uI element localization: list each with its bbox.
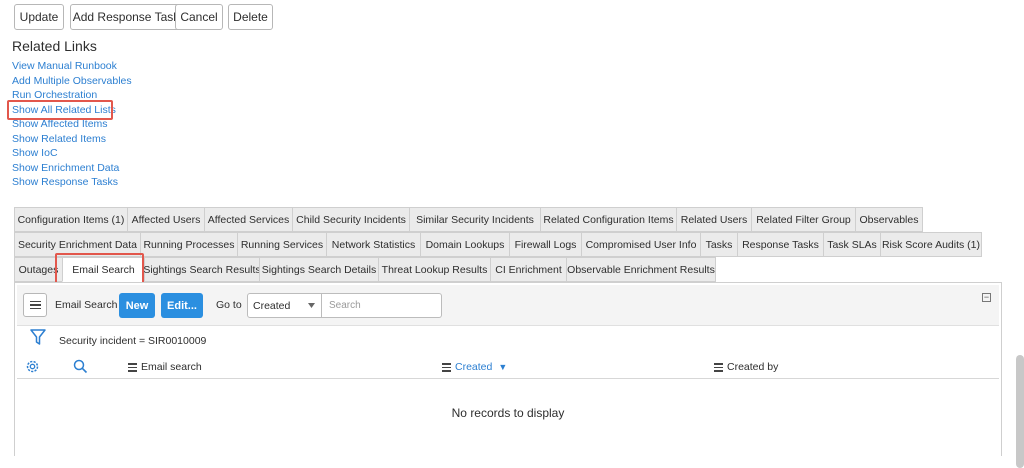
list-search-input[interactable]: Search: [322, 293, 442, 318]
search-icon[interactable]: [73, 359, 88, 374]
sort-descending-icon: ▼: [498, 362, 508, 373]
tab-network-statistics[interactable]: Network Statistics: [326, 232, 420, 257]
page-scrollbar[interactable]: [1016, 355, 1024, 468]
dropdown-arrow-icon: [308, 303, 315, 308]
email-search-list-panel: Email Search New Edit... Go to Created S…: [14, 282, 1002, 456]
link-show-ioc[interactable]: Show IoC: [12, 147, 58, 160]
link-show-response-tasks[interactable]: Show Response Tasks: [12, 176, 118, 189]
tab-firewall-logs[interactable]: Firewall Logs: [509, 232, 581, 257]
goto-field-select[interactable]: Created: [247, 293, 322, 318]
related-links-title: Related Links: [12, 38, 97, 54]
tab-running-services[interactable]: Running Services: [237, 232, 326, 257]
header-divider: [17, 378, 999, 379]
tab-configuration-items[interactable]: Configuration Items (1): [14, 207, 127, 232]
menu-icon: [29, 299, 41, 312]
link-show-related-items[interactable]: Show Related Items: [12, 133, 106, 146]
column-label-created-by: Created by: [727, 361, 779, 374]
column-menu-icon: [442, 361, 451, 374]
tab-similar-security-incidents[interactable]: Similar Security Incidents: [409, 207, 540, 232]
collapse-list-icon[interactable]: −: [982, 293, 991, 302]
tab-observables[interactable]: Observables: [855, 207, 923, 232]
link-add-multiple-observables[interactable]: Add Multiple Observables: [12, 75, 132, 88]
column-label-email-search: Email search: [141, 361, 202, 374]
column-header-created[interactable]: Created ▼: [442, 361, 507, 374]
highlight-email-search-tab: [55, 253, 144, 284]
tab-affected-services[interactable]: Affected Services: [204, 207, 292, 232]
tab-affected-users[interactable]: Affected Users: [127, 207, 204, 232]
tab-sightings-search-details[interactable]: Sightings Search Details: [259, 257, 378, 282]
edit-button[interactable]: Edit...: [161, 293, 203, 318]
tab-related-configuration-items[interactable]: Related Configuration Items: [540, 207, 676, 232]
column-header-email-search[interactable]: Email search: [128, 361, 202, 374]
tab-running-processes[interactable]: Running Processes: [140, 232, 237, 257]
empty-list-message: No records to display: [451, 406, 565, 420]
column-header-created-by[interactable]: Created by: [714, 361, 778, 374]
tab-related-filter-group[interactable]: Related Filter Group: [751, 207, 855, 232]
goto-label: Go to: [216, 299, 242, 311]
link-show-enrichment-data[interactable]: Show Enrichment Data: [12, 162, 119, 175]
cancel-button[interactable]: Cancel: [175, 4, 223, 30]
tab-risk-score-audits[interactable]: Risk Score Audits (1): [880, 232, 982, 257]
tab-related-users[interactable]: Related Users: [676, 207, 751, 232]
filter-breadcrumb[interactable]: Security incident = SIR0010009: [59, 335, 206, 347]
tab-ci-enrichment[interactable]: CI Enrichment: [490, 257, 566, 282]
tab-tasks[interactable]: Tasks: [700, 232, 737, 257]
list-header-bar: Email Search New Edit... Go to Created S…: [17, 285, 999, 326]
link-view-manual-runbook[interactable]: View Manual Runbook: [12, 60, 117, 73]
new-button[interactable]: New: [119, 293, 155, 318]
tab-child-security-incidents[interactable]: Child Security Incidents: [292, 207, 409, 232]
gear-icon[interactable]: [25, 359, 40, 374]
highlight-show-all-related-lists: [7, 100, 113, 120]
list-title: Email Search: [55, 299, 118, 311]
add-response-task-button[interactable]: Add Response Task: [70, 4, 182, 30]
goto-selected-value: Created: [253, 299, 291, 312]
tab-threat-lookup-results[interactable]: Threat Lookup Results: [378, 257, 490, 282]
column-label-created: Created: [455, 361, 493, 374]
update-button[interactable]: Update: [14, 4, 64, 30]
tab-observable-enrichment-results[interactable]: Observable Enrichment Results: [566, 257, 716, 282]
delete-button[interactable]: Delete: [228, 4, 273, 30]
filter-icon[interactable]: [30, 329, 46, 346]
tab-compromised-user-info[interactable]: Compromised User Info: [581, 232, 700, 257]
list-context-menu-button[interactable]: [23, 293, 47, 317]
column-menu-icon: [128, 361, 137, 374]
tab-domain-lookups[interactable]: Domain Lookups: [420, 232, 509, 257]
tab-task-slas[interactable]: Task SLAs: [823, 232, 880, 257]
column-menu-icon: [714, 361, 723, 374]
tab-response-tasks[interactable]: Response Tasks: [737, 232, 823, 257]
tab-sightings-search-results[interactable]: Sightings Search Results: [143, 257, 261, 282]
